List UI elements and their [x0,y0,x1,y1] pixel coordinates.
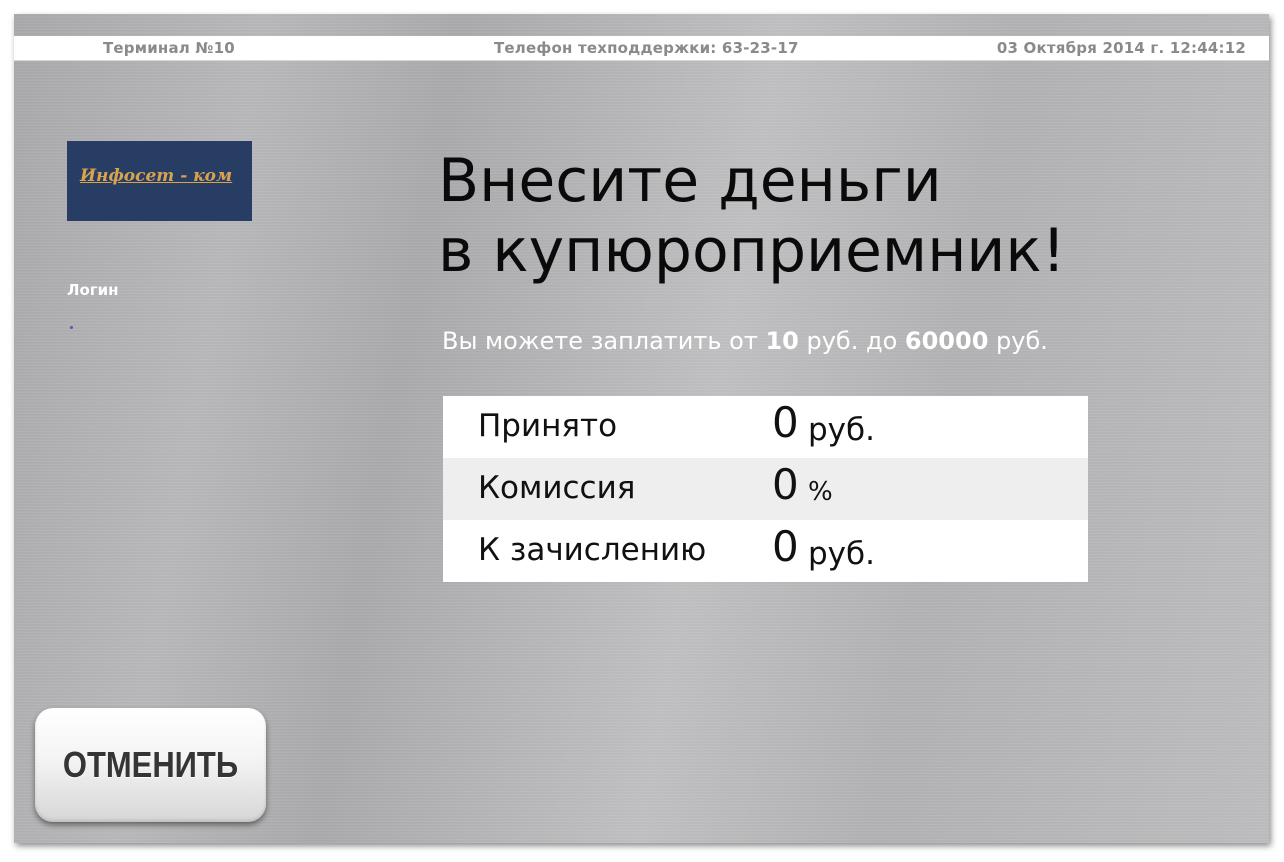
summary-value: 0 [772,460,799,509]
limits-prefix: Вы можете заплатить от [442,327,758,355]
summary-label: Комиссия [478,470,636,506]
date-time: 03 Октября 2014 г. 12:44:12 [996,39,1246,57]
kiosk-screen: Терминал №10 Телефон техподдержки: 63-23… [14,14,1269,843]
summary-label: К зачислению [478,532,707,568]
cancel-button[interactable]: ОТМЕНИТЬ [35,708,266,822]
summary-unit: руб. [808,412,875,448]
cancel-button-label: ОТМЕНИТЬ [62,744,239,785]
summary-value: 0 [772,522,799,571]
login-label: Логин [67,281,119,299]
login-value-dot [70,326,73,329]
summary-row-commission: Комиссия 0 % [443,458,1088,520]
summary-label: Принято [478,408,618,444]
title-line-2: в купюроприемник! [438,216,1066,286]
limits-unit-1: руб. до [806,327,898,355]
title-line-1: Внесите деньги [438,146,942,216]
summary-unit: % [808,477,833,507]
limits-max: 60000 [904,327,989,355]
summary-unit: руб. [808,536,875,572]
limits-unit-2: руб. [996,327,1048,355]
summary-row-credited: К зачислению 0 руб. [443,520,1088,582]
provider-link[interactable]: Инфосет - ком [80,166,232,186]
summary-value: 0 [772,398,799,447]
support-phone: Телефон техподдержки: 63-23-17 [494,39,799,57]
payment-limits: Вы можете заплатить от 10 руб. до 60000 … [442,327,1048,355]
status-bar: Терминал №10 Телефон техподдержки: 63-23… [14,36,1269,61]
summary-row-accepted: Принято 0 руб. [443,396,1088,458]
provider-logo: Инфосет - ком [67,141,252,221]
limits-min: 10 [765,327,799,355]
page-title: Внесите деньги в купюроприемник! [438,146,1066,286]
payment-summary-table: Принято 0 руб. Комиссия 0 % К зачислению… [443,396,1088,582]
terminal-number: Терминал №10 [103,39,235,57]
